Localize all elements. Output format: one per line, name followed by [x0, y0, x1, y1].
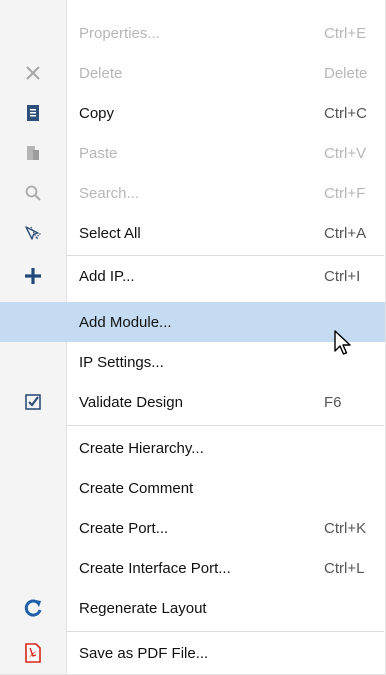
- menu-item-label: Add Module...: [79, 313, 172, 331]
- menu-item-label: Regenerate Layout: [79, 599, 207, 617]
- menu-item-label: Create Hierarchy...: [79, 439, 204, 457]
- menu-item-ip-settings[interactable]: IP Settings...: [0, 342, 385, 382]
- menu-item-paste[interactable]: Paste Ctrl+V: [0, 133, 385, 173]
- copy-icon: [0, 93, 66, 133]
- menu-item-shortcut: Delete: [324, 64, 368, 82]
- refresh-icon: [0, 588, 66, 628]
- menu-item-shortcut: Ctrl+K: [324, 519, 367, 537]
- menu-separator: [66, 631, 384, 632]
- context-menu: Properties... Ctrl+E Delete Delete Copy …: [0, 0, 386, 675]
- pdf-icon: [0, 633, 66, 673]
- menu-item-shortcut: Ctrl+I: [324, 267, 361, 285]
- menu-item-label: Validate Design: [79, 393, 183, 411]
- select-all-icon: [0, 213, 66, 253]
- menu-item-shortcut: Ctrl+E: [324, 24, 367, 42]
- menu-item-shortcut: Ctrl+C: [324, 104, 367, 122]
- menu-item-label: Create Port...: [79, 519, 169, 537]
- menu-item-label: Delete: [79, 64, 123, 82]
- menu-item-select-all[interactable]: Select All Ctrl+A: [0, 213, 385, 253]
- menu-item-label: Create Comment: [79, 479, 194, 497]
- menu-item-label: IP Settings...: [79, 353, 164, 371]
- menu-item-create-hierarchy[interactable]: Create Hierarchy...: [0, 428, 385, 468]
- menu-item-add-module[interactable]: Add Module...: [0, 302, 385, 342]
- menu-item-label: Paste: [79, 144, 118, 162]
- menu-item-shortcut: Ctrl+F: [324, 184, 366, 202]
- menu-item-regenerate-layout[interactable]: Regenerate Layout: [0, 588, 385, 628]
- paste-icon: [0, 133, 66, 173]
- close-icon: [0, 53, 66, 93]
- add-icon: [0, 256, 66, 296]
- menu-separator: [66, 425, 384, 426]
- menu-item-shortcut: Ctrl+A: [324, 224, 367, 242]
- menu-item-add-ip[interactable]: Add IP... Ctrl+I: [0, 256, 385, 296]
- menu-item-label: Add IP...: [79, 267, 135, 285]
- menu-item-copy[interactable]: Copy Ctrl+C: [0, 93, 385, 133]
- menu-item-label: Search...: [79, 184, 140, 202]
- menu-item-label: Properties...: [79, 24, 160, 42]
- menu-item-label: Select All: [79, 224, 141, 242]
- menu-item-shortcut: Ctrl+L: [324, 559, 365, 577]
- menu-item-validate-design[interactable]: Validate Design F6: [0, 382, 385, 422]
- menu-item-delete[interactable]: Delete Delete: [0, 53, 385, 93]
- menu-item-create-port[interactable]: Create Port... Ctrl+K: [0, 508, 385, 548]
- menu-item-properties[interactable]: Properties... Ctrl+E: [0, 13, 385, 53]
- menu-item-label: Create Interface Port...: [79, 559, 231, 577]
- menu-item-save-as-pdf[interactable]: Save as PDF File...: [0, 633, 385, 673]
- menu-item-search[interactable]: Search... Ctrl+F: [0, 173, 385, 213]
- menu-item-create-interface-port[interactable]: Create Interface Port... Ctrl+L: [0, 548, 385, 588]
- menu-item-create-comment[interactable]: Create Comment: [0, 468, 385, 508]
- menu-item-label: Copy: [79, 104, 115, 122]
- menu-item-label: Save as PDF File...: [79, 644, 209, 662]
- mouse-cursor-icon: [333, 329, 353, 362]
- menu-item-shortcut: Ctrl+V: [324, 144, 367, 162]
- validate-icon: [0, 382, 66, 422]
- search-icon: [0, 173, 66, 213]
- menu-item-shortcut: F6: [324, 393, 342, 411]
